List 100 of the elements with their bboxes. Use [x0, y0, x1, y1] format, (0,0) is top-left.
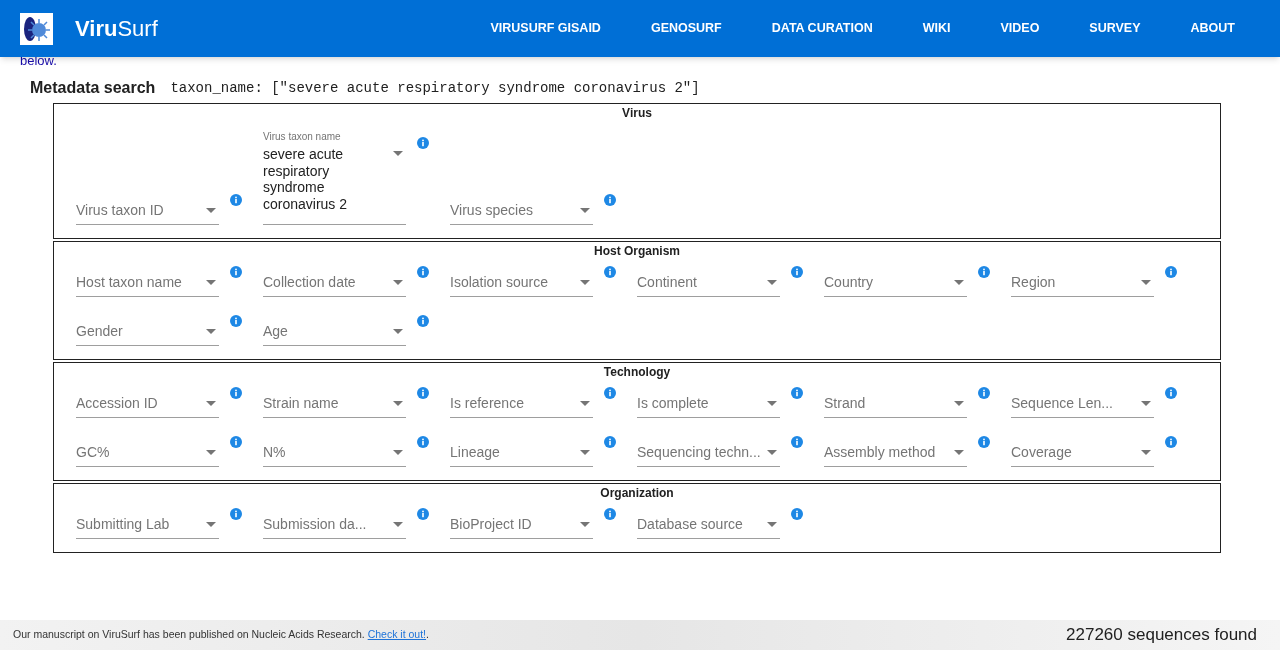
dropdown-caret-icon	[206, 208, 216, 213]
select-field[interactable]: Is complete	[637, 390, 780, 418]
select-field[interactable]: Coverage	[1011, 439, 1154, 467]
nav-link[interactable]: VIRUSURF GISAID	[465, 0, 626, 57]
info-icon[interactable]	[791, 508, 803, 520]
dropdown-caret-icon	[767, 450, 777, 455]
section-title: Technology	[602, 365, 672, 379]
select-field[interactable]: Sequence Len...	[1011, 390, 1154, 418]
dropdown-caret-icon	[767, 401, 777, 406]
info-icon[interactable]	[417, 387, 429, 399]
dropdown-caret-icon	[206, 280, 216, 285]
select-field[interactable]: Isolation source	[450, 269, 593, 297]
dropdown-caret-icon	[393, 401, 403, 406]
select-field[interactable]: Region	[1011, 269, 1154, 297]
nav-link[interactable]: WIKI	[897, 0, 976, 57]
info-icon[interactable]	[1165, 387, 1177, 399]
nav-link[interactable]: GENOSURF	[625, 0, 747, 57]
dropdown-caret-icon	[393, 329, 403, 334]
info-icon[interactable]	[417, 315, 429, 327]
dropdown-caret-icon	[206, 401, 216, 406]
nav-link[interactable]: SURVEY	[1064, 0, 1166, 57]
dropdown-caret-icon	[580, 208, 590, 213]
info-icon[interactable]	[417, 266, 429, 278]
sequence-count: 227260 sequences found	[1066, 624, 1257, 647]
dropdown-caret-icon	[954, 280, 964, 285]
select-field[interactable]: Strand	[824, 390, 967, 418]
info-icon[interactable]	[791, 387, 803, 399]
info-icon[interactable]	[604, 266, 616, 278]
field-value: severe acute respiratory syndrome coronavirus 2	[263, 146, 349, 212]
info-icon[interactable]	[417, 508, 429, 520]
info-icon[interactable]	[230, 387, 242, 399]
info-icon[interactable]	[978, 436, 990, 448]
intro-text: below.	[20, 54, 58, 67]
dropdown-caret-icon	[206, 522, 216, 527]
info-icon[interactable]	[1165, 436, 1177, 448]
select-field[interactable]: Database source	[637, 511, 780, 539]
nav-link[interactable]: VIDEO	[975, 0, 1065, 57]
dropdown-caret-icon	[206, 329, 216, 334]
info-icon[interactable]	[230, 436, 242, 448]
info-icon[interactable]	[417, 436, 429, 448]
section-title: Host Organism	[593, 244, 681, 258]
info-icon[interactable]	[417, 137, 429, 149]
select-field[interactable]: Sequencing techn...	[637, 439, 780, 467]
dropdown-caret-icon	[393, 151, 403, 156]
select-field[interactable]: Submitting Lab	[76, 511, 219, 539]
info-icon[interactable]	[1165, 266, 1177, 278]
dropdown-caret-icon	[580, 401, 590, 406]
select-field[interactable]: N%	[263, 439, 406, 467]
select-field[interactable]: Host taxon name	[76, 269, 219, 297]
select-field[interactable]: Virus species	[450, 197, 593, 225]
dropdown-caret-icon	[1141, 401, 1151, 406]
select-field[interactable]: Continent	[637, 269, 780, 297]
nav-link[interactable]: DATA CURATION	[746, 0, 898, 57]
check-it-out-link[interactable]: Check it out!	[367, 628, 427, 641]
app-title[interactable]: ViruSurf	[75, 12, 158, 45]
info-icon[interactable]	[604, 508, 616, 520]
dropdown-caret-icon	[580, 450, 590, 455]
info-icon[interactable]	[230, 508, 242, 520]
info-icon[interactable]	[230, 315, 242, 327]
dropdown-caret-icon	[767, 522, 777, 527]
info-icon[interactable]	[230, 194, 242, 206]
select-field[interactable]: Age	[263, 318, 406, 346]
select-field[interactable]: Virus taxon name severe acute respiratory syndrome coronavirus 2	[263, 131, 406, 225]
info-icon[interactable]	[230, 266, 242, 278]
select-field[interactable]: GC%	[76, 439, 219, 467]
info-icon[interactable]	[791, 436, 803, 448]
logo-icon[interactable]	[20, 12, 53, 45]
field-label: Virus taxon name	[263, 131, 342, 143]
dropdown-caret-icon	[767, 280, 777, 285]
info-icon[interactable]	[791, 266, 803, 278]
info-icon[interactable]	[604, 194, 616, 206]
section-title: Organization	[599, 486, 675, 500]
info-icon[interactable]	[978, 387, 990, 399]
select-field[interactable]: Assembly method	[824, 439, 967, 467]
select-field[interactable]: Virus taxon ID	[76, 197, 219, 225]
metadata-search-label: Metadata search	[30, 78, 156, 98]
select-field[interactable]: Strain name	[263, 390, 406, 418]
select-field[interactable]: Lineage	[450, 439, 593, 467]
info-icon[interactable]	[604, 387, 616, 399]
select-field[interactable]: Accession ID	[76, 390, 219, 418]
query-text: taxon_name: ["severe acute respiratory syndrome coronavirus 2"]	[170, 78, 700, 98]
info-icon[interactable]	[978, 266, 990, 278]
dropdown-caret-icon	[580, 280, 590, 285]
select-field[interactable]: Submission da...	[263, 511, 406, 539]
dropdown-caret-icon	[1141, 280, 1151, 285]
dropdown-caret-icon	[954, 450, 964, 455]
dropdown-caret-icon	[393, 522, 403, 527]
dropdown-caret-icon	[393, 280, 403, 285]
select-field[interactable]: Gender	[76, 318, 219, 346]
select-field[interactable]: Country	[824, 269, 967, 297]
section-title: Virus	[621, 106, 653, 120]
dropdown-caret-icon	[580, 522, 590, 527]
info-icon[interactable]	[604, 436, 616, 448]
nav-link[interactable]: ABOUT	[1165, 0, 1260, 57]
dropdown-caret-icon	[393, 450, 403, 455]
footer-notice: Our manuscript on ViruSurf has been published on Nucleic Acids Research. Check it out!.	[13, 627, 429, 643]
dropdown-caret-icon	[206, 450, 216, 455]
select-field[interactable]: Is reference	[450, 390, 593, 418]
select-field[interactable]: Collection date	[263, 269, 406, 297]
select-field[interactable]: BioProject ID	[450, 511, 593, 539]
